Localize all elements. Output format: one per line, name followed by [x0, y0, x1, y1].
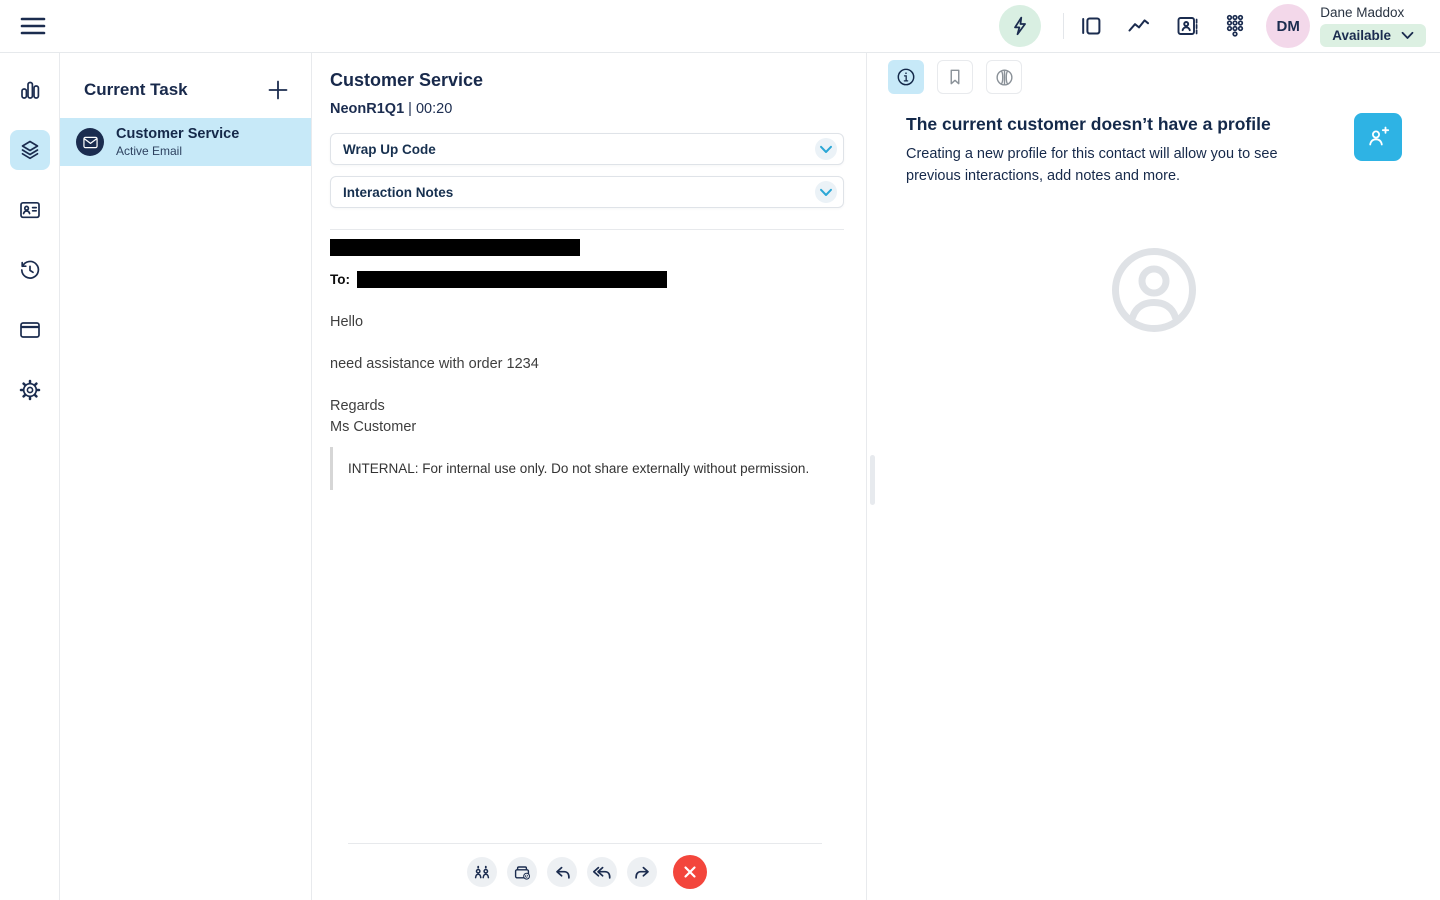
- task-list-item[interactable]: Customer Service Active Email: [60, 118, 311, 166]
- performance-chart-icon[interactable]: [1126, 13, 1152, 39]
- email-header-divider: [330, 229, 844, 230]
- tasks-title: Current Task: [84, 80, 188, 99]
- transfer-button[interactable]: [467, 857, 497, 887]
- to-label: To:: [330, 272, 350, 287]
- park-button[interactable]: [507, 857, 537, 887]
- profile-placeholder: [906, 247, 1402, 333]
- history-icon[interactable]: [10, 250, 50, 290]
- user-name: Dane Maddox: [1320, 5, 1405, 20]
- redacted-sender-bar: [330, 239, 580, 256]
- browser-window-icon[interactable]: [10, 310, 50, 350]
- interaction-notes-accordion[interactable]: Interaction Notes: [330, 176, 844, 208]
- reply-all-button[interactable]: [587, 857, 617, 887]
- email-blank-line: [330, 375, 844, 396]
- chevron-down-icon: [1401, 31, 1414, 39]
- transfer-icon: [474, 865, 490, 879]
- profile-text-block: The current customer doesn’t have a prof…: [906, 114, 1318, 187]
- reply-button[interactable]: [547, 857, 577, 887]
- email-request: need assistance with order 1234: [330, 356, 539, 372]
- close-icon: [684, 866, 696, 878]
- tasks-panel: Current Task Customer Service Active Ema…: [60, 53, 312, 900]
- plus-icon: [268, 80, 288, 100]
- layers-icon[interactable]: [9, 130, 50, 170]
- email-icon: [76, 128, 104, 156]
- email-signoff: Regards: [330, 398, 385, 414]
- tab-journey[interactable]: [986, 60, 1022, 94]
- forward-icon: [634, 866, 649, 879]
- info-icon: [897, 68, 915, 86]
- bookmark-icon: [950, 69, 960, 85]
- status-label: Available: [1332, 28, 1391, 43]
- interaction-notes-label: Interaction Notes: [343, 184, 454, 200]
- main-area: Current Task Customer Service Active Ema…: [0, 53, 1440, 900]
- hamburger-menu-icon[interactable]: [18, 11, 48, 41]
- panels-icon[interactable]: [1078, 13, 1104, 39]
- profile-header-row: The current customer doesn’t have a prof…: [906, 113, 1402, 187]
- bar-chart-icon[interactable]: [10, 70, 50, 110]
- task-subtitle: Active Email: [116, 144, 183, 158]
- nav-rail: [0, 53, 60, 900]
- no-profile-description: Creating a new profile for this contact …: [906, 146, 1278, 184]
- forward-button[interactable]: [627, 857, 657, 887]
- directory-icon[interactable]: [1174, 13, 1200, 39]
- person-add-icon: [1369, 126, 1390, 146]
- no-profile-heading: The current customer doesn’t have a prof…: [906, 114, 1271, 134]
- redacted-recipient-bar: [357, 271, 667, 288]
- task-text: Customer Service Active Email: [116, 126, 239, 158]
- disconnect-button[interactable]: [673, 855, 707, 889]
- user-info: Dane Maddox Available: [1320, 5, 1426, 47]
- email-blank-line: [330, 333, 844, 354]
- lightning-icon[interactable]: [999, 5, 1042, 47]
- scrollbar-thumb[interactable]: [870, 455, 875, 505]
- header-icon-group: [1078, 13, 1248, 39]
- chevron-down-icon: [815, 138, 837, 160]
- profile-panel: The current customer doesn’t have a prof…: [867, 53, 1440, 900]
- interaction-meta: NeonR1Q1 | 00:20: [330, 101, 844, 117]
- email-to-row: To:: [330, 271, 844, 288]
- avatar-initials: DM: [1276, 17, 1300, 35]
- email-signature: Ms Customer: [330, 419, 417, 435]
- dialpad-icon[interactable]: [1222, 13, 1248, 39]
- email-toolbar: [330, 844, 844, 900]
- user-circle-icon: [1112, 248, 1196, 332]
- reply-all-icon: [592, 866, 611, 879]
- gear-icon[interactable]: [10, 370, 50, 410]
- app-root: DM Dane Maddox Available Current Task Cu…: [0, 0, 1440, 900]
- create-profile-button[interactable]: [1354, 113, 1402, 161]
- wrap-up-code-label: Wrap Up Code: [343, 141, 436, 157]
- avatar[interactable]: DM: [1266, 4, 1311, 48]
- email-greeting: Hello: [330, 314, 364, 330]
- tab-info[interactable]: [888, 60, 924, 94]
- tasks-header: Current Task: [60, 53, 311, 103]
- park-icon: [514, 866, 530, 880]
- add-task-button[interactable]: [265, 77, 291, 103]
- chevron-down-icon: [815, 181, 837, 203]
- internal-note-quote: INTERNAL: For internal use only. Do not …: [330, 447, 844, 490]
- interaction-bottom: [330, 843, 844, 900]
- reply-icon: [555, 866, 570, 879]
- split-circle-icon: [995, 68, 1013, 86]
- task-title: Customer Service: [116, 126, 240, 142]
- interaction-panel: Customer Service NeonR1Q1 | 00:20 Wrap U…: [312, 53, 875, 900]
- interaction-reference: NeonR1Q1: [330, 101, 405, 117]
- tab-bookmark[interactable]: [937, 60, 973, 94]
- profile-tabs: [867, 53, 1440, 94]
- interaction-scroll-area: Customer Service NeonR1Q1 | 00:20 Wrap U…: [312, 53, 866, 900]
- header-right-group: DM Dane Maddox Available: [999, 4, 1426, 48]
- profile-content: The current customer doesn’t have a prof…: [867, 94, 1440, 333]
- interaction-timer: 00:20: [415, 101, 453, 117]
- header-divider: [1063, 13, 1065, 39]
- top-header: DM Dane Maddox Available: [0, 0, 1440, 53]
- status-dropdown[interactable]: Available: [1320, 24, 1426, 47]
- contact-card-icon[interactable]: [10, 190, 50, 230]
- interaction-title: Customer Service: [330, 70, 484, 90]
- wrap-up-code-accordion[interactable]: Wrap Up Code: [330, 133, 844, 165]
